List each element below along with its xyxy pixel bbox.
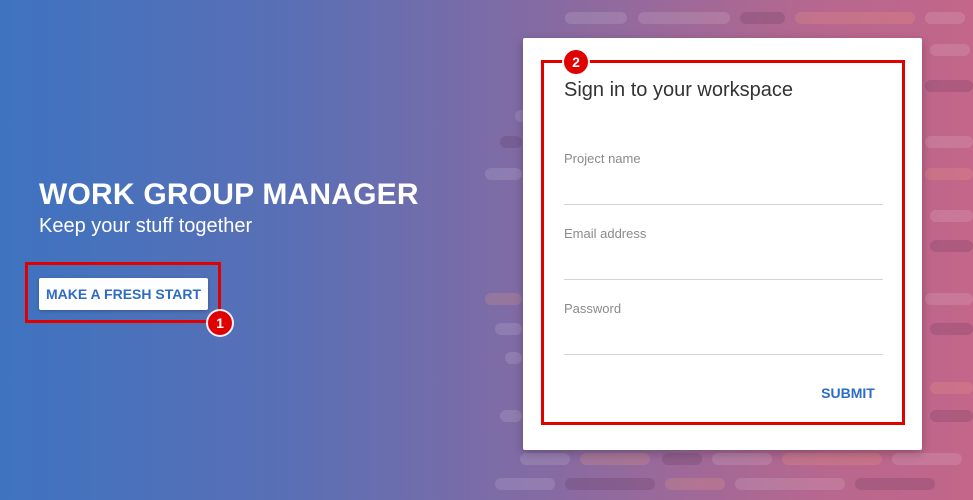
annotation-badge-2: 2	[564, 50, 588, 74]
email-input[interactable]	[564, 250, 883, 280]
submit-button[interactable]: SUBMIT	[812, 378, 884, 408]
password-label: Password	[564, 301, 622, 316]
password-field: Password	[564, 301, 883, 355]
signin-title: Sign in to your workspace	[564, 79, 794, 101]
project-name-input[interactable]	[564, 175, 883, 205]
email-field: Email address	[564, 226, 883, 280]
app-title: WORK GROUP MANAGER	[39, 178, 419, 211]
hero-section: WORK GROUP MANAGER Keep your stuff toget…	[39, 178, 419, 239]
app-tagline: Keep your stuff together	[39, 215, 253, 237]
annotation-badge-1: 1	[208, 311, 232, 335]
email-label: Email address	[564, 226, 647, 241]
make-fresh-start-button[interactable]: MAKE A FRESH START	[39, 278, 208, 310]
project-name-label: Project name	[564, 151, 641, 166]
project-name-field: Project name	[564, 151, 883, 205]
password-input[interactable]	[564, 325, 883, 355]
